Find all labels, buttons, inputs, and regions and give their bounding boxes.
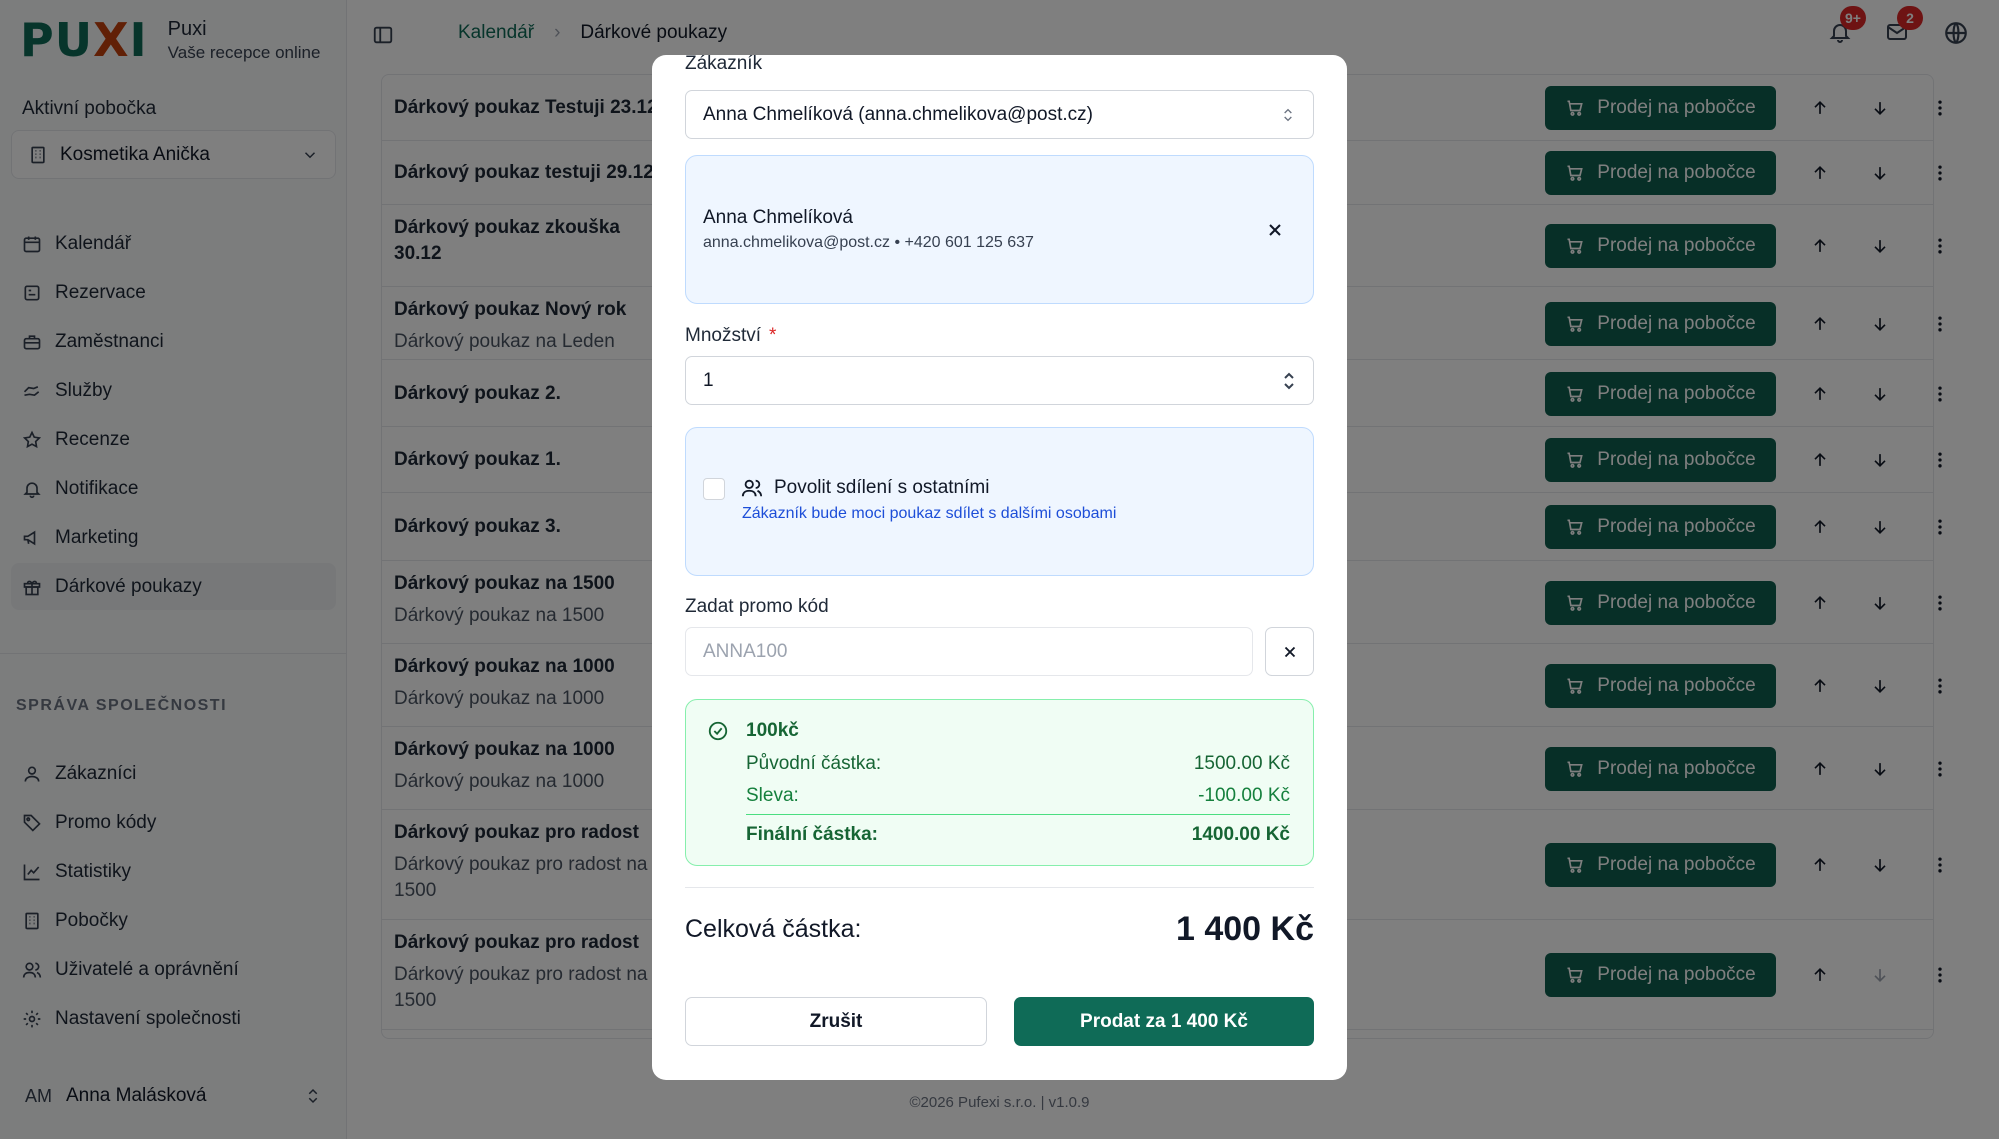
customer-label: Zákazník bbox=[685, 55, 763, 74]
required-marker: * bbox=[769, 325, 777, 346]
quantity-label: Množství * bbox=[685, 325, 776, 347]
promo-input[interactable]: ANNA100 bbox=[685, 627, 1253, 676]
modal-divider bbox=[685, 887, 1314, 888]
share-title: Povolit sdílení s ostatními bbox=[774, 477, 990, 498]
promo-name: 100kč bbox=[746, 720, 799, 741]
close-icon[interactable] bbox=[1265, 220, 1285, 240]
share-description: Zákazník bude moci poukaz sdílet s další… bbox=[742, 505, 1117, 522]
promo-placeholder: ANNA100 bbox=[703, 640, 788, 662]
chevron-updown-icon bbox=[1284, 108, 1292, 121]
sell-button[interactable]: Prodat za 1 400 Kč bbox=[1014, 997, 1314, 1046]
final-label: Finální částka: bbox=[746, 824, 878, 845]
original-value: 1500.00 Kč bbox=[1193, 753, 1290, 774]
customer-contact: anna.chmelikova@post.cz • +420 601 125 6… bbox=[703, 234, 1034, 251]
total-label: Celková částka: bbox=[685, 915, 862, 943]
users-icon bbox=[741, 479, 763, 497]
quantity-stepper[interactable]: 1 bbox=[685, 356, 1314, 405]
discount-label: Sleva: bbox=[746, 785, 799, 806]
customer-select[interactable]: Anna Chmelíková (anna.chmelikova@post.cz… bbox=[685, 90, 1314, 139]
total-value: 1 400 Kč bbox=[1176, 910, 1314, 948]
close-icon bbox=[1284, 646, 1295, 657]
discount-value: -100.00 Kč bbox=[1198, 785, 1290, 806]
discount-row: Sleva: -100.00 Kč bbox=[746, 785, 1290, 807]
quantity-label-text: Množství bbox=[685, 325, 762, 346]
cancel-button[interactable]: Zrušit bbox=[685, 997, 987, 1046]
original-label: Původní částka: bbox=[746, 753, 882, 774]
stepper-arrows-icon[interactable] bbox=[1282, 370, 1296, 392]
final-price-row: Finální částka: 1400.00 Kč bbox=[746, 824, 1290, 846]
quantity-value: 1 bbox=[703, 369, 714, 391]
customer-name: Anna Chmelíková bbox=[703, 207, 853, 228]
promo-label: Zadat promo kód bbox=[685, 596, 829, 617]
promo-clear-button[interactable] bbox=[1265, 627, 1314, 676]
original-price-row: Původní částka: 1500.00 Kč bbox=[746, 753, 1290, 775]
share-checkbox[interactable] bbox=[703, 478, 725, 500]
promo-divider bbox=[746, 814, 1290, 815]
share-option-card: Povolit sdílení s ostatními Zákazník bud… bbox=[685, 427, 1314, 576]
promo-applied-card: 100kč Původní částka: 1500.00 Kč Sleva: … bbox=[685, 699, 1314, 866]
customer-select-value: Anna Chmelíková (anna.chmelikova@post.cz… bbox=[703, 103, 1093, 125]
sell-voucher-modal: Zákazník Anna Chmelíková (anna.chmelikov… bbox=[652, 55, 1347, 1080]
check-circle-icon bbox=[708, 721, 728, 741]
final-value: 1400.00 Kč bbox=[1191, 824, 1290, 845]
selected-customer-card: Anna Chmelíková anna.chmelikova@post.cz … bbox=[685, 155, 1314, 304]
